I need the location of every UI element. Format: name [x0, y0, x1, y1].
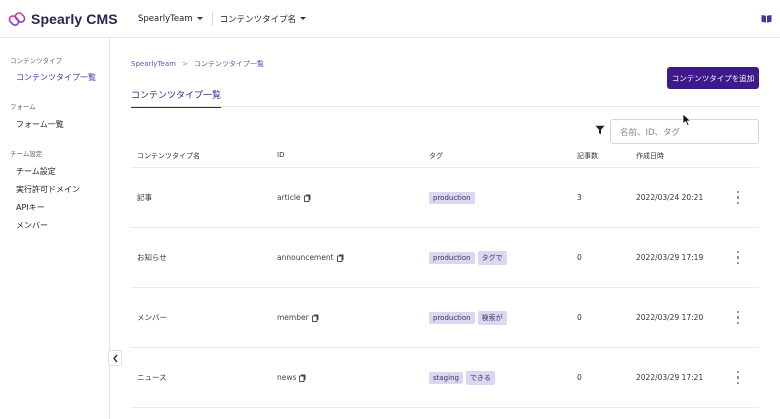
- sidebar-item-team-settings[interactable]: チーム設定: [0, 166, 56, 177]
- team-selector-label: SpearlyTeam: [138, 13, 193, 24]
- row-tags: production タグで: [429, 228, 510, 287]
- more-vertical-icon[interactable]: [736, 191, 740, 204]
- tab-content-type-list[interactable]: コンテンツタイプ一覧: [131, 88, 222, 108]
- column-header-tags: タグ: [429, 152, 443, 160]
- table-row[interactable]: 記事 article production 3 2022/03/24 20:21: [131, 168, 759, 228]
- row-created: 2022/03/29 17:21: [636, 373, 704, 382]
- row-count: 0: [577, 373, 582, 382]
- table-row[interactable]: お知らせ announcement production タグで 0 2022/…: [131, 228, 759, 288]
- row-id-text: member: [277, 313, 309, 322]
- add-content-type-button[interactable]: コンテンツタイプを追加: [667, 67, 759, 89]
- sidebar-group-content-type: コンテンツタイプ: [10, 57, 62, 65]
- row-count: 0: [577, 253, 582, 262]
- tag-badge: production: [429, 311, 475, 324]
- app-name: Spearly CMS: [31, 10, 118, 27]
- row-id: announcement: [277, 228, 344, 287]
- copy-icon[interactable]: [303, 194, 311, 202]
- content-type-selector[interactable]: コンテンツタイプ名: [220, 13, 315, 25]
- sidebar-group-form: フォーム: [10, 103, 36, 111]
- tag-badge: production: [429, 191, 475, 204]
- row-tags: production 検索が: [429, 288, 510, 347]
- breadcrumb-current: コンテンツタイプ一覧: [193, 60, 264, 68]
- main-content: SpearlyTeam > コンテンツタイプ一覧 コンテンツタイプを追加 コンテ…: [110, 38, 780, 419]
- sidebar-item-members[interactable]: メンバー: [0, 220, 48, 231]
- copy-icon[interactable]: [311, 314, 319, 322]
- row-id-text: announcement: [277, 253, 334, 262]
- sidebar-item-form-list[interactable]: フォーム一覧: [0, 119, 64, 130]
- row-created: 2022/03/29 17:20: [636, 313, 704, 322]
- more-vertical-icon[interactable]: [736, 371, 740, 384]
- tag-badge: staging: [429, 371, 463, 384]
- chevron-down-icon: [300, 17, 307, 20]
- app-logo[interactable]: Spearly CMS: [8, 10, 130, 28]
- tag-badge: できる: [465, 370, 495, 385]
- sidebar: コンテンツタイプ コンテンツタイプ一覧 フォーム フォーム一覧 チーム設定 チー…: [0, 38, 110, 419]
- spearly-logo-icon: [8, 11, 26, 26]
- more-vertical-icon[interactable]: [736, 251, 740, 264]
- row-id: article: [277, 168, 311, 227]
- content-type-selector-label: コンテンツタイプ名: [219, 14, 297, 25]
- header-divider: [211, 11, 213, 26]
- filter-icon[interactable]: [595, 125, 605, 135]
- top-bar: Spearly CMS SpearlyTeam コンテンツタイプ名: [0, 0, 780, 38]
- row-id: news: [277, 348, 306, 407]
- more-vertical-icon[interactable]: [736, 311, 740, 324]
- tab-divider: [131, 106, 759, 107]
- copy-icon[interactable]: [336, 254, 344, 262]
- sidebar-group-team-settings: チーム設定: [10, 150, 43, 158]
- sidebar-item-allowed-domains[interactable]: 実行許可ドメイン: [0, 184, 80, 195]
- breadcrumb-root[interactable]: SpearlyTeam: [131, 60, 176, 68]
- breadcrumb: SpearlyTeam > コンテンツタイプ一覧: [131, 59, 264, 69]
- search-placeholder: 名前、ID、タグ: [620, 127, 681, 138]
- row-id: member: [277, 288, 319, 347]
- tag-badge: 検索が: [477, 310, 507, 325]
- tag-badge: タグで: [477, 250, 507, 265]
- row-count: 3: [577, 193, 582, 202]
- row-tags: staging できる: [429, 348, 498, 407]
- copy-icon[interactable]: [299, 374, 306, 382]
- row-id-text: article: [277, 193, 301, 202]
- tag-badge: production: [429, 251, 475, 264]
- cursor-icon: [682, 113, 692, 127]
- row-name[interactable]: ニュース: [137, 348, 167, 407]
- row-name[interactable]: 記事: [137, 168, 152, 227]
- column-header-count: 記事数: [577, 152, 598, 160]
- chevron-down-icon: [196, 17, 203, 20]
- row-tags: production: [429, 168, 478, 227]
- table-row[interactable]: メンバー member production 検索が 0 2022/03/29 …: [131, 288, 759, 348]
- book-icon[interactable]: [761, 14, 772, 23]
- breadcrumb-separator: >: [181, 60, 188, 68]
- row-created: 2022/03/24 20:21: [636, 193, 704, 202]
- column-header-created: 作成日時: [636, 152, 664, 160]
- team-selector[interactable]: SpearlyTeam: [138, 14, 211, 24]
- row-id-text: news: [277, 373, 297, 382]
- sidebar-item-api-keys[interactable]: APIキー: [0, 202, 45, 213]
- row-name[interactable]: お知らせ: [137, 228, 167, 287]
- row-count: 0: [577, 313, 582, 322]
- sidebar-item-content-type-list[interactable]: コンテンツタイプ一覧: [0, 72, 96, 83]
- row-name[interactable]: メンバー: [137, 288, 167, 347]
- table-row[interactable]: ニュース news staging できる 0 2022/03/29 17:21: [131, 348, 759, 408]
- column-header-name: コンテンツタイプ名: [137, 152, 200, 160]
- row-created: 2022/03/29 17:19: [636, 253, 704, 262]
- column-header-id: ID: [277, 151, 285, 159]
